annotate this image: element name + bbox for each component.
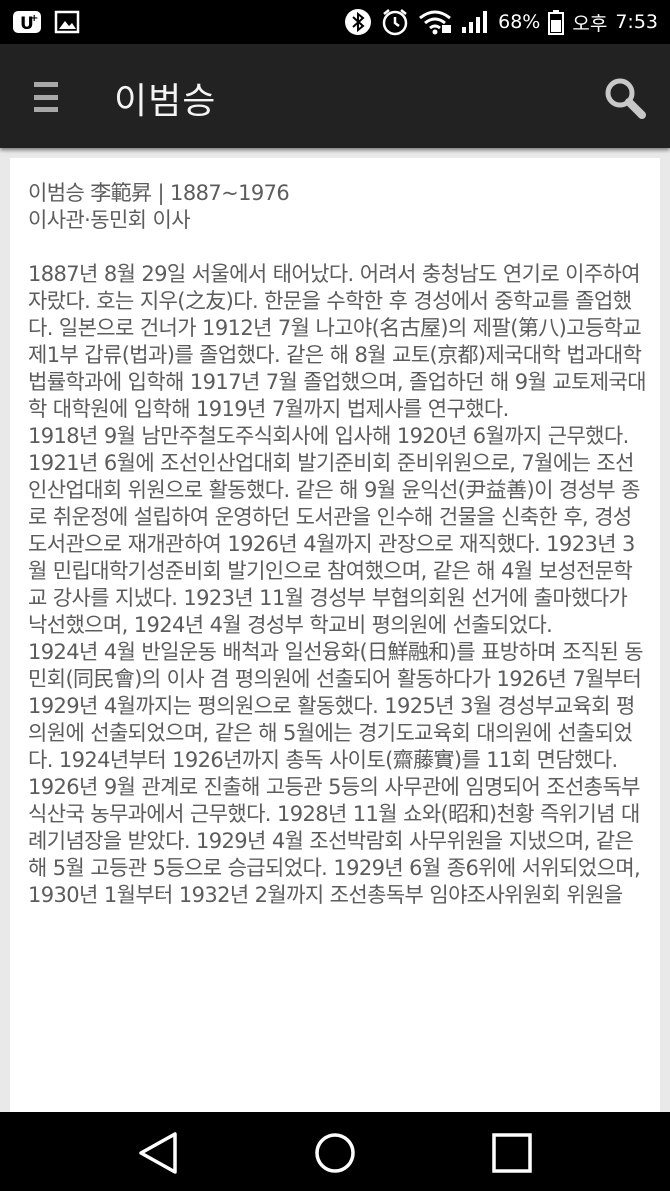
article-card: 이범승 李範昇 | 1887~1976 이사관·동민회 이사 1887년 8월 … — [10, 158, 660, 1118]
wifi-icon — [418, 9, 452, 35]
hamburger-menu-icon[interactable] — [34, 82, 58, 112]
battery-percent: 68% — [498, 11, 541, 33]
article-paragraph: 1887년 8월 29일 서울에서 태어났다. 어려서 충청남도 연기로 이주하… — [28, 262, 647, 421]
back-icon[interactable] — [136, 1130, 182, 1176]
status-ampm: 오후 — [572, 12, 608, 35]
status-time: 7:53 — [615, 11, 658, 33]
article-paragraph: 1924년 4월 반일운동 배척과 일선융화(日鮮融和)를 표방하며 조직된 동… — [28, 640, 644, 772]
search-icon[interactable] — [600, 74, 650, 124]
signal-icon — [460, 9, 490, 35]
alarm-icon — [380, 7, 410, 37]
gallery-icon — [54, 10, 80, 34]
svg-text:+: + — [30, 13, 38, 24]
article-paragraph: 1918년 9월 남만주철도주식회사에 입사해 1920년 6월까지 근무했다.… — [28, 424, 640, 637]
u-plus-icon: U + — [12, 9, 42, 35]
status-right: 68% 오후 7:53 — [344, 7, 658, 37]
app-bar: 이범승 — [0, 44, 670, 148]
home-icon[interactable] — [312, 1130, 358, 1176]
article-header: 이범승 李範昇 | 1887~1976 이사관·동민회 이사 — [28, 180, 646, 234]
bluetooth-icon — [344, 8, 372, 36]
navigation-bar — [0, 1112, 670, 1191]
page-title: 이범승 — [114, 81, 217, 122]
article-content: 이범승 李範昇 | 1887~1976 이사관·동민회 이사 1887년 8월 … — [10, 158, 660, 909]
article-subheading: 이사관·동민회 이사 — [28, 208, 191, 232]
status-left: U + — [12, 9, 80, 35]
recents-icon[interactable] — [489, 1130, 535, 1176]
battery-icon — [548, 9, 565, 35]
status-bar: U + 68% 오후 7:53 — [0, 0, 670, 44]
article-paragraph: 1926년 9월 관계로 진출해 고등관 5등의 사무관에 임명되어 조선총독부… — [28, 775, 641, 907]
article-heading: 이범승 李範昇 | 1887~1976 — [28, 181, 290, 205]
